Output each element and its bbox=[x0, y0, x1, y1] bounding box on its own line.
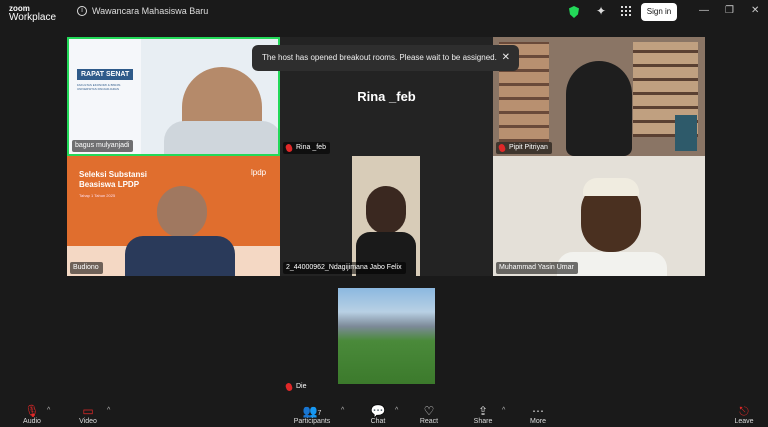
audio-options-chevron-icon[interactable]: ^ bbox=[47, 407, 50, 414]
person-shirt bbox=[164, 121, 278, 154]
video-tile-pipit[interactable]: Pipit Pitriyan bbox=[493, 37, 705, 156]
slide-title: Seleksi Substansi Beasiswa LPDP bbox=[79, 170, 148, 189]
muted-mic-icon bbox=[497, 143, 507, 153]
participant-name-tag: Rina _feb bbox=[283, 142, 330, 154]
chat-icon: 💬 bbox=[370, 404, 386, 418]
encryption-shield-icon[interactable] bbox=[569, 6, 579, 18]
chat-label: Chat bbox=[370, 418, 386, 425]
participants-icon: 👥7 bbox=[302, 404, 322, 418]
share-options-chevron-icon[interactable]: ^ bbox=[502, 407, 505, 414]
minimize-icon[interactable]: — bbox=[699, 5, 709, 16]
heart-icon: ♡ bbox=[423, 404, 435, 418]
leave-label: Leave bbox=[734, 418, 754, 425]
close-icon[interactable]: ✕ bbox=[751, 5, 759, 16]
video-button[interactable]: ▭ Video bbox=[66, 404, 110, 425]
person-image bbox=[366, 186, 406, 234]
participant-name-tag: Die bbox=[283, 381, 311, 393]
muted-mic-icon bbox=[284, 382, 294, 392]
participant-name-tag: Budiono bbox=[70, 262, 103, 274]
share-label: Share bbox=[473, 418, 493, 425]
audio-label: Audio bbox=[23, 418, 41, 425]
picture-frame bbox=[675, 115, 697, 151]
video-feed bbox=[352, 156, 420, 276]
video-tile-die[interactable]: Die bbox=[283, 288, 435, 395]
leave-icon: ⎋ bbox=[739, 404, 749, 418]
video-tile-yasin[interactable]: Muhammad Yasin Umar bbox=[493, 156, 705, 276]
notification-text: The host has opened breakout rooms. Plea… bbox=[262, 53, 497, 62]
participant-name-tag: Pipit Pitriyan bbox=[496, 142, 552, 154]
kufi-cap bbox=[583, 178, 639, 196]
video-label: Video bbox=[79, 418, 97, 425]
person-image bbox=[566, 61, 632, 156]
video-tile-bagus[interactable]: RAPAT SENAT FAKULTAS EKONOMI & BISNIS UN… bbox=[67, 37, 280, 156]
slide-brand: lpdp bbox=[251, 168, 267, 177]
slide-subtitle: Tahap 1 Tahun 2025 bbox=[79, 193, 116, 198]
video-off-icon: ▭ bbox=[82, 404, 94, 418]
person-image bbox=[157, 186, 207, 238]
apps-grid-icon[interactable] bbox=[621, 6, 631, 16]
info-icon[interactable]: i bbox=[77, 6, 87, 16]
person-shirt bbox=[125, 236, 235, 276]
react-label: React bbox=[419, 418, 439, 425]
chat-button[interactable]: 💬 Chat bbox=[356, 404, 400, 425]
sign-in-button[interactable]: Sign in bbox=[641, 3, 677, 21]
muted-mic-icon bbox=[284, 143, 294, 153]
notification-close-icon[interactable]: ✕ bbox=[502, 45, 510, 71]
title-bar: zoom Workplace i Wawancara Mahasiswa Bar… bbox=[0, 0, 768, 26]
participants-label: Participants bbox=[293, 418, 331, 425]
participants-options-chevron-icon[interactable]: ^ bbox=[341, 407, 344, 414]
participants-button[interactable]: 👥7 Participants bbox=[290, 404, 334, 425]
more-button[interactable]: ⋯ More bbox=[516, 404, 560, 425]
participant-display-name: Rina _feb bbox=[357, 89, 416, 104]
participants-count: 7 bbox=[317, 410, 322, 417]
more-label: More bbox=[530, 418, 546, 425]
meeting-title: Wawancara Mahasiswa Baru bbox=[92, 6, 209, 16]
participant-name-tag: Muhammad Yasin Umar bbox=[496, 262, 578, 274]
more-icon: ⋯ bbox=[532, 404, 544, 418]
meeting-info[interactable]: i Wawancara Mahasiswa Baru bbox=[77, 6, 208, 16]
video-options-chevron-icon[interactable]: ^ bbox=[107, 407, 110, 414]
participant-name-tag: 2_44000962_Ndagijimana Jabo Felix bbox=[283, 262, 406, 274]
leave-button[interactable]: ⎋ Leave bbox=[722, 404, 766, 425]
share-button[interactable]: ⇪ Share bbox=[461, 404, 505, 425]
slide-subtitle: FAKULTAS EKONOMI & BISNIS UNIVERSITAS PA… bbox=[77, 83, 121, 91]
video-tile-budiono[interactable]: Seleksi Substansi Beasiswa LPDP Tahap 1 … bbox=[67, 156, 280, 276]
slide-title: RAPAT SENAT bbox=[77, 69, 134, 80]
breakout-notification: The host has opened breakout rooms. Plea… bbox=[252, 45, 519, 71]
restore-icon[interactable]: ❐ bbox=[725, 5, 734, 16]
participant-name-tag: bagus mulyanjadi bbox=[72, 140, 134, 152]
meeting-toolbar: 🎙 Audio ^ ▭ Video ^ 👥7 Participants ^ 💬 … bbox=[0, 401, 768, 427]
ai-companion-icon[interactable]: ✦ bbox=[596, 4, 606, 18]
video-tile-felix[interactable]: 2_44000962_Ndagijimana Jabo Felix bbox=[280, 156, 493, 276]
share-screen-icon: ⇪ bbox=[477, 404, 489, 418]
chat-options-chevron-icon[interactable]: ^ bbox=[395, 407, 398, 414]
logo-line2: Workplace bbox=[9, 12, 57, 23]
react-button[interactable]: ♡ React bbox=[407, 404, 451, 425]
zoom-logo: zoom Workplace bbox=[9, 4, 57, 23]
slide-background bbox=[69, 39, 141, 154]
landscape-image bbox=[338, 288, 435, 384]
